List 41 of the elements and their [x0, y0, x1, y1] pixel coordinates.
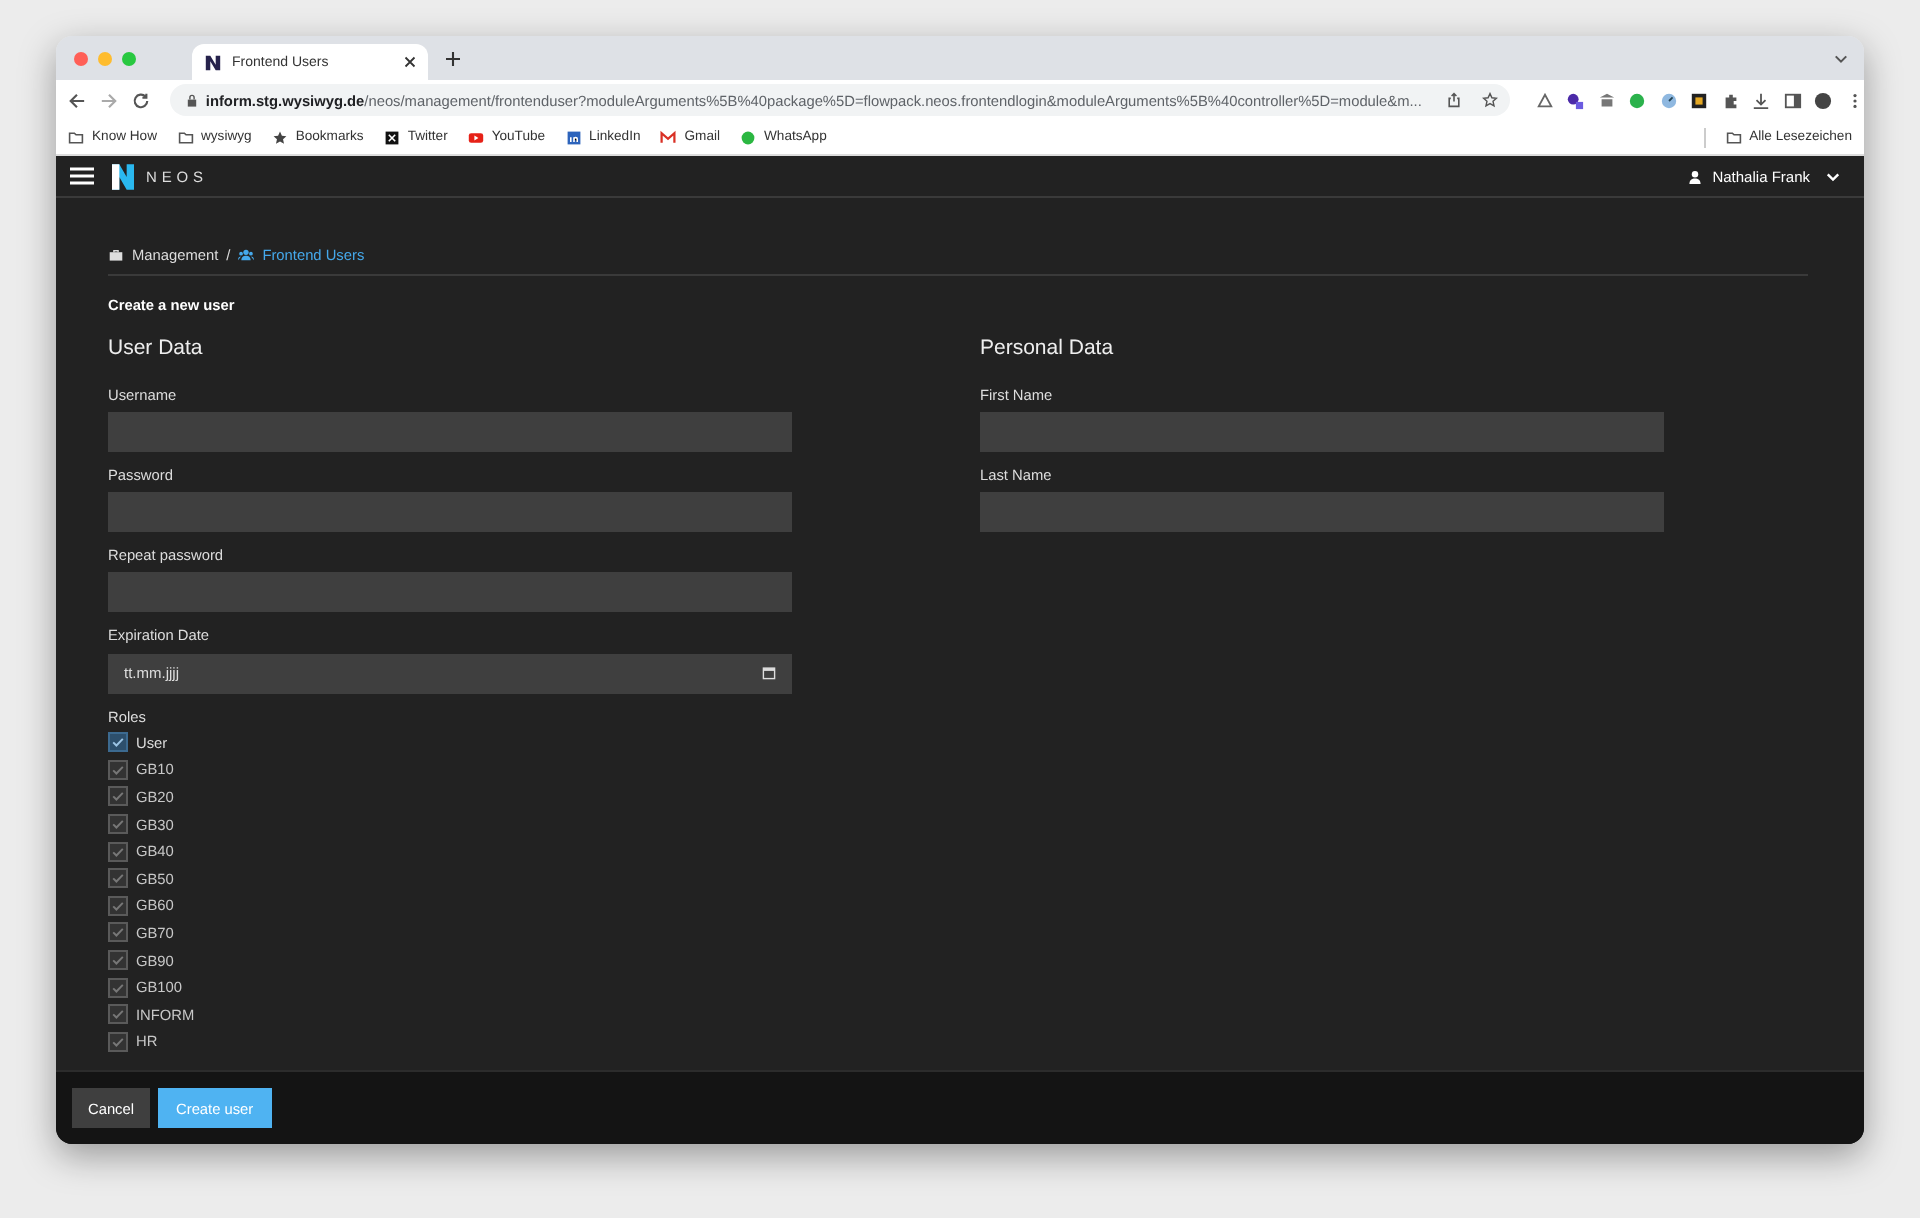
x-logo-icon — [383, 129, 400, 145]
gauge-icon[interactable] — [1659, 91, 1678, 109]
text-field[interactable] — [108, 412, 792, 452]
chevron-down-icon[interactable] — [1834, 53, 1848, 63]
lock-icon — [185, 93, 198, 107]
play-icon — [467, 129, 484, 145]
new-tab-icon[interactable] — [446, 51, 460, 65]
download-icon[interactable] — [1752, 91, 1771, 109]
section-heading: User Data — [108, 336, 205, 360]
folder-icon — [177, 129, 193, 145]
star-icon[interactable] — [1481, 92, 1498, 108]
close-window-button[interactable] — [74, 51, 88, 65]
mail-icon — [660, 129, 677, 145]
circle-icon[interactable] — [1628, 91, 1647, 109]
password-field[interactable] — [108, 492, 792, 532]
user-icon — [1688, 169, 1703, 183]
avatar-icon[interactable] — [1814, 91, 1833, 109]
section-heading: Personal Data — [980, 336, 1116, 360]
text-field[interactable] — [980, 412, 1664, 452]
reload-icon[interactable] — [131, 91, 150, 109]
chevron-down-icon — [1826, 171, 1840, 181]
folder-icon — [1725, 129, 1742, 145]
users-icon — [238, 248, 255, 262]
checkbox[interactable] — [108, 732, 128, 753]
back-icon[interactable] — [68, 91, 86, 109]
calendar-icon[interactable] — [762, 665, 776, 679]
logo-icon — [204, 53, 222, 71]
logo-icon — [112, 163, 134, 189]
close-icon[interactable] — [404, 56, 416, 68]
share-icon[interactable] — [1445, 92, 1462, 108]
star-icon — [271, 129, 288, 145]
side-panel-icon[interactable] — [1783, 91, 1802, 109]
linkedin-icon — [565, 129, 582, 145]
bank-icon[interactable] — [1597, 91, 1616, 109]
square-icon[interactable] — [1690, 91, 1709, 109]
briefcase-icon — [108, 248, 124, 262]
text-field[interactable] — [980, 492, 1664, 532]
menu-icon[interactable] — [70, 166, 94, 186]
password-field[interactable] — [108, 572, 792, 612]
forward-icon[interactable] — [99, 91, 118, 109]
folder-icon — [68, 129, 84, 145]
